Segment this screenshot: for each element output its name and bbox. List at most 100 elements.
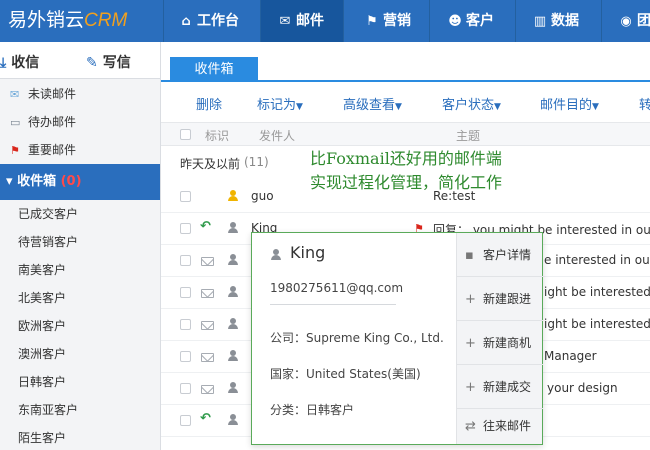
mail-toolbar: 删除 标记为▼ 高级查看▼ 客户状态▼ 邮件目的▼ 转 [161, 84, 650, 120]
delete-button[interactable]: 删除 [196, 94, 222, 113]
inbox-label: 收件箱 [17, 174, 57, 189]
folder-item[interactable]: 欧洲客户 [18, 317, 66, 335]
action-label: 客户详情 [483, 248, 532, 262]
promo-line-2: 实现过程化管理，简化工作 [310, 173, 503, 192]
column-subject: 主题 [456, 129, 481, 143]
new-opportunity-button[interactable]: + 新建商机 [457, 321, 543, 365]
folder-item[interactable]: 日韩客户 [18, 373, 66, 391]
envelope-open-icon [201, 289, 214, 298]
row-checkbox[interactable] [180, 191, 191, 202]
new-deal-button[interactable]: + 新建成交 [457, 365, 543, 409]
caret-down-icon: ▼ [296, 102, 303, 112]
app-logo[interactable]: 易外销云CRM [8, 8, 127, 33]
row-checkbox[interactable] [180, 319, 191, 330]
row-subject: e interested in our [544, 253, 650, 267]
row-checkbox[interactable] [180, 255, 191, 266]
sidebar: ⤓ 收信 ✎ 写信 ✉ 未读邮件 ▭ 待办邮件 ⚑ 重要邮件 ▾ 收件箱 (0) 已成交客… [0, 42, 161, 450]
row-checkbox[interactable] [180, 415, 191, 426]
sidebar-item-unread[interactable]: ✉ 未读邮件 [10, 84, 76, 104]
folder-item[interactable]: 南美客户 [18, 261, 66, 279]
folder-item[interactable]: 待营销客户 [18, 233, 78, 251]
dropdown-label: 客户状态 [442, 98, 495, 113]
folder-item[interactable]: 北美客户 [18, 289, 66, 307]
customer-details-button[interactable]: ▪ 客户详情 [457, 233, 543, 277]
contact-person-icon [227, 350, 239, 362]
red-flag-icon: ⚑ [10, 144, 20, 157]
bar-chart-icon: ▥ [533, 14, 547, 29]
envelope-icon: ✉ [279, 14, 291, 29]
nav-customers[interactable]: ☻ 客户 [429, 0, 515, 42]
compose-button[interactable]: ✎ 写信 [86, 52, 131, 72]
nav-marketing[interactable]: ⚑ 营销 [343, 0, 429, 42]
contact-info: King 1980275611@qq.com 公司：Supreme King C… [252, 233, 456, 444]
forward-button[interactable]: 转 [639, 94, 650, 113]
envelope-open-icon [201, 353, 214, 362]
row-subject: Manager [544, 349, 597, 363]
edit-icon: ✎ [86, 55, 98, 71]
advanced-view-dropdown[interactable]: 高级查看▼ [343, 94, 402, 113]
folder-item[interactable]: 已成交客户 [18, 205, 78, 223]
select-all-checkbox[interactable] [180, 129, 191, 140]
customer-status-dropdown[interactable]: 客户状态▼ [442, 94, 501, 113]
contact-category: 分类：日韩客户 [270, 403, 355, 417]
mail-actions: ⤓ 收信 ✎ 写信 [0, 42, 160, 79]
action-label: 往来邮件 [483, 419, 532, 433]
plus-icon: + [465, 380, 476, 395]
receive-button[interactable]: ⤓ 收信 [0, 52, 39, 72]
action-label: 新建跟进 [483, 292, 532, 306]
sidebar-item-label: 重要邮件 [28, 143, 77, 157]
row-checkbox[interactable] [180, 287, 191, 298]
top-navbar: 易外销云CRM ⌂ 工作台 ✉ 邮件 ⚑ 营销 ☻ 客户 ▥ 数据 ◉ 团 [0, 0, 650, 42]
receive-label: 收信 [11, 55, 40, 71]
mail-purpose-dropdown[interactable]: 邮件目的▼ [540, 94, 599, 113]
row-checkbox[interactable] [180, 383, 191, 394]
inbox-count: (0) [60, 174, 82, 189]
nav-label: 团 [637, 13, 650, 29]
promo-line-1: 比Foxmail还好用的邮件端 [310, 149, 502, 168]
sidebar-item-label: 待办邮件 [28, 115, 77, 129]
nav-label: 工作台 [197, 13, 239, 29]
contact-name: King [290, 243, 326, 262]
row-subject: your design [547, 381, 618, 395]
correspondence-button[interactable]: ⇄ 往来邮件 [457, 409, 543, 444]
contact-person-icon [227, 318, 239, 330]
user-circle-icon: ◉ [620, 14, 632, 29]
nav-workbench[interactable]: ⌂ 工作台 [163, 0, 260, 42]
envelope-open-icon [201, 321, 214, 330]
replied-icon: ↶ [200, 411, 211, 426]
contact-person-icon [227, 382, 239, 394]
dropdown-label: 标记为 [257, 98, 297, 113]
compose-label: 写信 [102, 55, 131, 71]
divider [270, 304, 396, 305]
folder-item[interactable]: 陌生客户 [18, 429, 66, 447]
row-subject: ight be interested [544, 317, 650, 331]
contact-company: 公司：Supreme King Co., Ltd. [270, 331, 444, 345]
sidebar-inbox[interactable]: ▾ 收件箱 (0) [0, 164, 160, 200]
nav-data[interactable]: ▥ 数据 [515, 0, 601, 42]
contact-country: 国家：United States(美国) [270, 367, 421, 381]
contact-actions: ▪ 客户详情 + 新建跟进 + 新建商机 + 新建成交 ⇄ 往来邮件 [456, 233, 543, 444]
folder-item[interactable]: 东南亚客户 [18, 401, 78, 419]
tab-inbox[interactable]: 收件箱 [170, 57, 258, 82]
contact-email[interactable]: 1980275611@qq.com [270, 281, 403, 295]
caret-down-icon: ▼ [395, 102, 402, 112]
mark-as-dropdown[interactable]: 标记为▼ [257, 94, 303, 113]
group-label: 昨天及以前 [180, 157, 241, 171]
nav-team[interactable]: ◉ 团 [601, 0, 650, 42]
group-count: (11) [244, 155, 269, 169]
nav-label: 客户 [466, 13, 494, 29]
grid-icon: ▪ [465, 248, 474, 263]
dropdown-label: 高级查看 [343, 98, 396, 113]
nav-label: 邮件 [296, 13, 324, 29]
plus-icon: + [465, 336, 476, 351]
new-followup-button[interactable]: + 新建跟进 [457, 277, 543, 321]
dropdown-label: 邮件目的 [540, 98, 593, 113]
nav-mail[interactable]: ✉ 邮件 [260, 0, 343, 42]
row-checkbox[interactable] [180, 223, 191, 234]
folder-item[interactable]: 澳洲客户 [18, 345, 66, 363]
row-checkbox[interactable] [180, 351, 191, 362]
sidebar-item-important[interactable]: ⚑ 重要邮件 [10, 140, 76, 160]
contact-person-icon [227, 254, 239, 266]
sidebar-item-todo[interactable]: ▭ 待办邮件 [10, 112, 76, 132]
row-subject: ight be interested [544, 285, 650, 299]
